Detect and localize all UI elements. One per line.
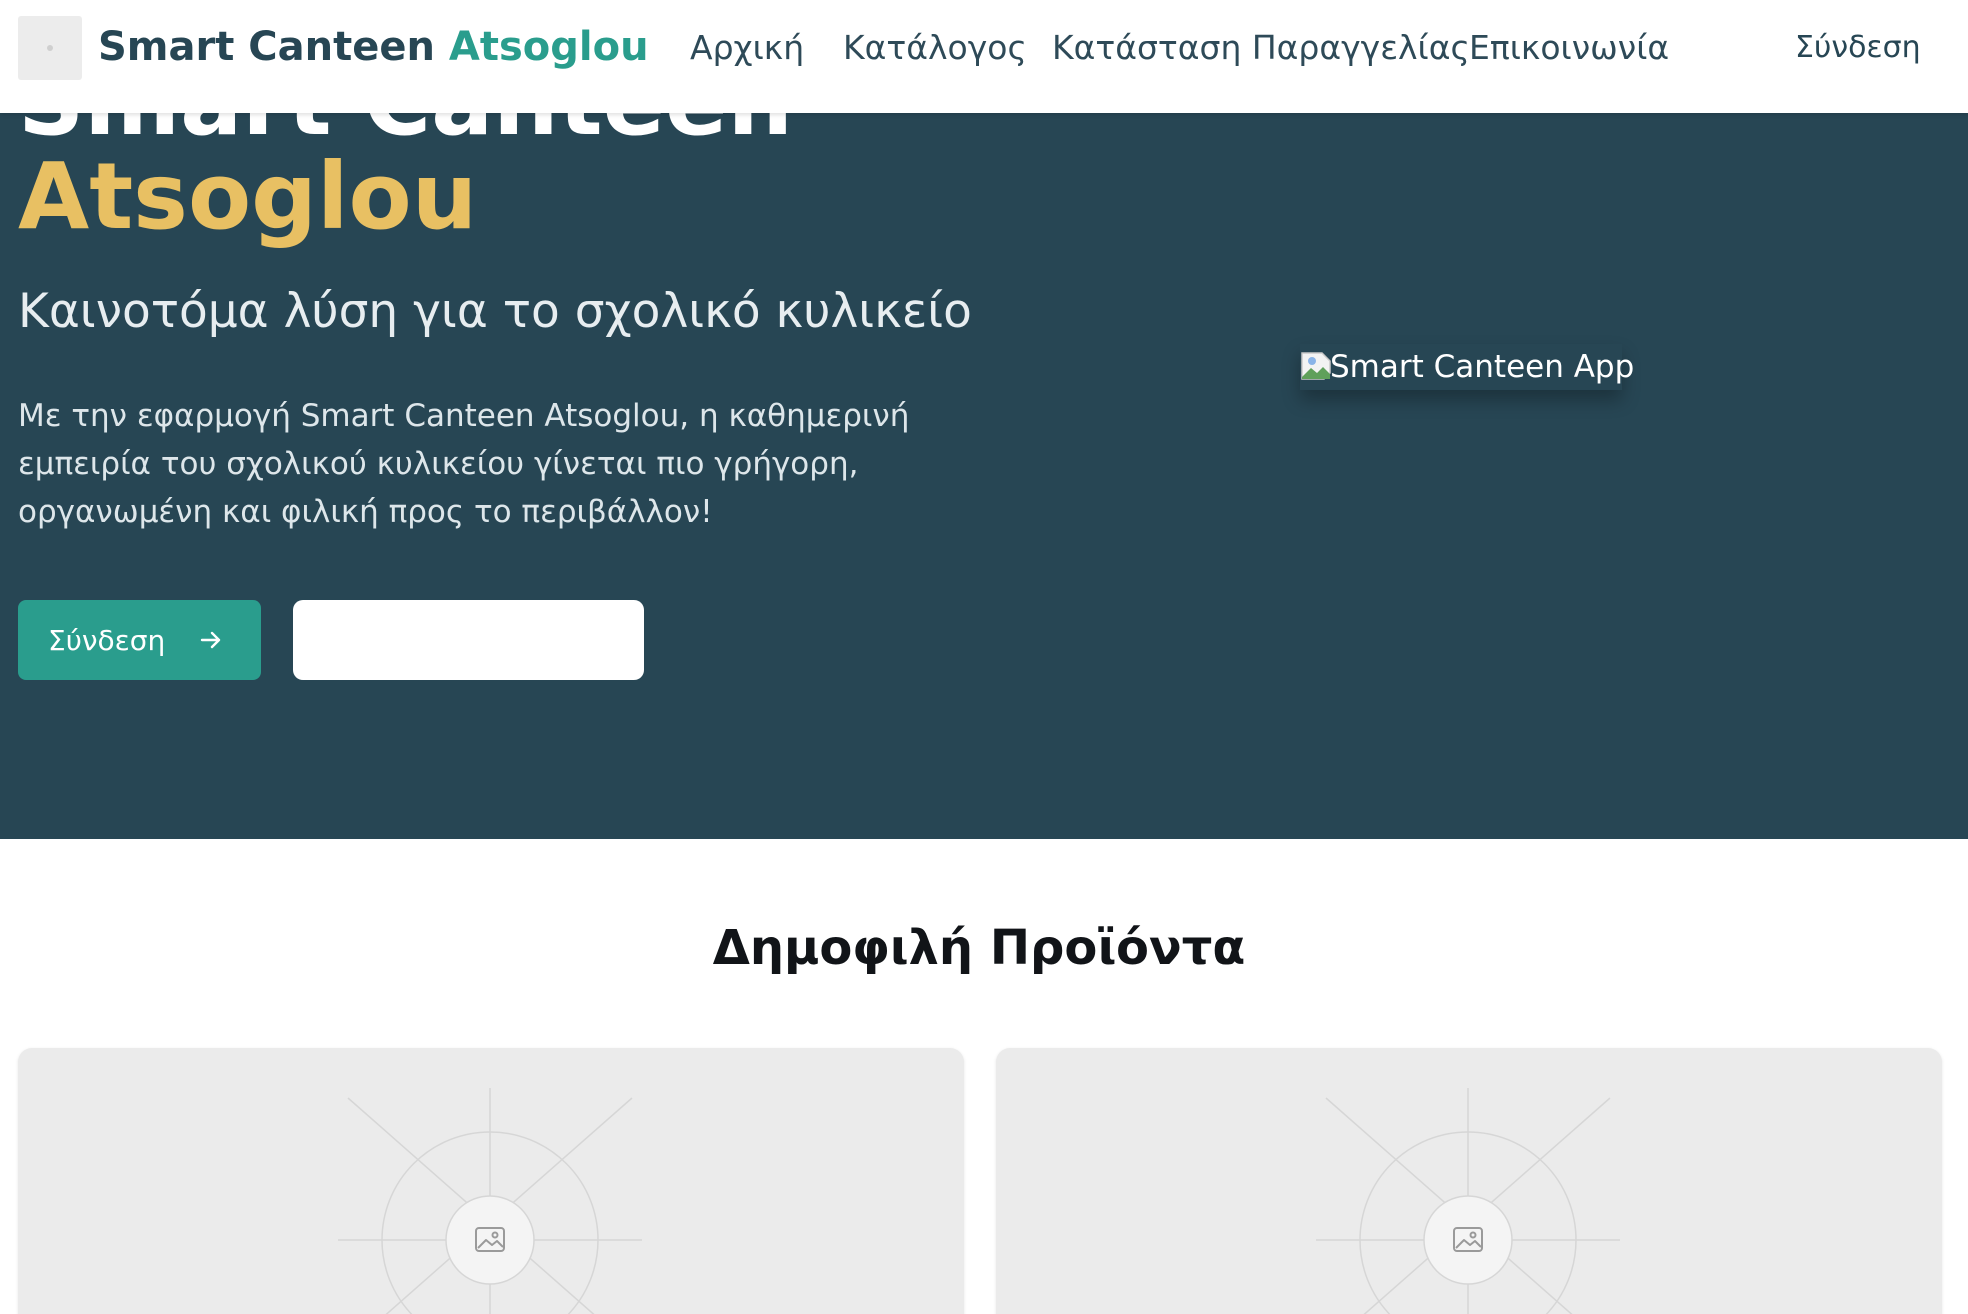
brand-part2: Atsoglou bbox=[448, 24, 649, 70]
brand-part1: Smart Canteen bbox=[98, 24, 435, 70]
arrow-right-icon bbox=[199, 628, 223, 652]
navbar: Smart Canteen Atsoglou Αρχική Κατάλογος … bbox=[0, 0, 1968, 113]
hero-image-alt-text: Smart Canteen App bbox=[1330, 349, 1635, 385]
nav-link-contact[interactable]: Επικοινωνία bbox=[1469, 28, 1669, 67]
hero-description: Με την εφαρμογή Smart Canteen Atsoglou, … bbox=[18, 398, 910, 530]
logo-placeholder-icon[interactable] bbox=[18, 16, 82, 80]
nav-link-home[interactable]: Αρχική bbox=[690, 28, 804, 67]
hero-login-label: Σύνδεση bbox=[48, 623, 166, 657]
hero-subtitle: Καινοτόμα λύση για το σχολικό κυλικείο bbox=[18, 284, 972, 339]
nav-link-order-status[interactable]: Κατάσταση Παραγγελίας bbox=[1052, 28, 1470, 67]
hero-login-button[interactable]: Σύνδεση bbox=[18, 600, 261, 680]
broken-image-icon bbox=[1300, 351, 1332, 383]
hero-secondary-button[interactable] bbox=[293, 600, 644, 680]
brand-name[interactable]: Smart Canteen Atsoglou bbox=[98, 24, 649, 70]
product-card[interactable] bbox=[18, 1048, 964, 1314]
product-card[interactable] bbox=[996, 1048, 1942, 1314]
nav-link-catalog[interactable]: Κατάλογος bbox=[843, 28, 1027, 67]
hero-app-image: Smart Canteen App bbox=[1300, 344, 1634, 390]
image-placeholder-icon bbox=[1316, 1088, 1620, 1314]
hero-section: Smart Canteen Atsoglou Καινοτόμα λύση γι… bbox=[0, 0, 1968, 839]
image-placeholder-icon bbox=[338, 1088, 642, 1314]
nav-login-link[interactable]: Σύνδεση bbox=[1795, 30, 1921, 65]
hero-title-line2: Atsoglou bbox=[18, 143, 478, 250]
popular-products-title: Δημοφιλή Προϊόντα bbox=[712, 920, 1246, 976]
